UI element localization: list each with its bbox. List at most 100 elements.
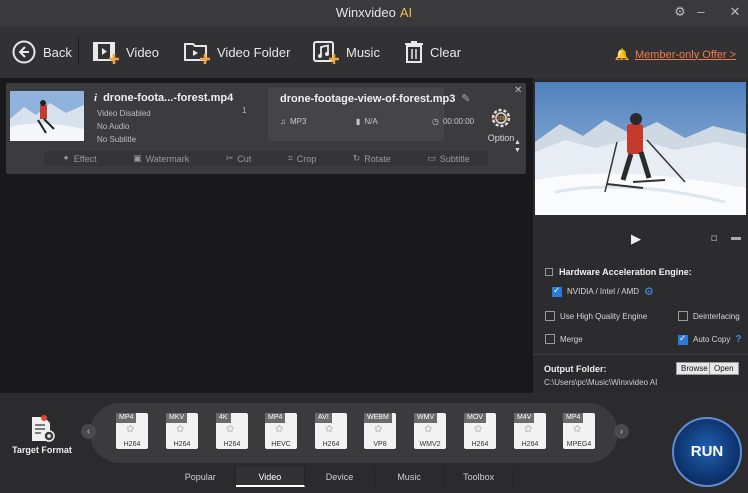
cut-button[interactable]: ✂ Cut	[226, 153, 252, 164]
cut-label: Cut	[237, 153, 252, 164]
film-reel-icon: ✿	[474, 424, 483, 435]
format-container: MKV	[166, 413, 188, 423]
film-reel-icon: ✿	[424, 424, 433, 435]
info-icon[interactable]: i	[94, 92, 97, 104]
format-codec: H264	[123, 441, 141, 448]
add-video-folder-button[interactable]: Video Folder	[184, 38, 290, 66]
tab-video[interactable]: Video	[235, 467, 306, 487]
snapshot-camera-icon[interactable]: ◘	[711, 233, 717, 244]
codec-option-button[interactable]: CODEC Option	[484, 105, 518, 143]
run-button[interactable]: RUN	[672, 417, 742, 487]
subtitle-button[interactable]: ▭ Subtitle	[427, 153, 470, 164]
add-video-icon	[93, 42, 119, 64]
member-offer-link[interactable]: 🔔 Member-only Offer >	[615, 48, 736, 62]
target-format-button[interactable]: Target Format	[12, 415, 72, 455]
target-format-icon	[32, 415, 55, 442]
auto-copy-option: Auto Copy ?	[678, 333, 741, 345]
subtitle-icon: ▭	[427, 153, 436, 163]
format-codec: VP8	[373, 441, 387, 448]
format-codec: H264	[173, 441, 191, 448]
add-video-button[interactable]: Video	[93, 38, 159, 66]
output-size-value: N/A	[364, 117, 378, 126]
rotate-label: Rotate	[364, 153, 391, 164]
format-container: AVI	[315, 413, 332, 423]
tab-music[interactable]: Music	[375, 467, 445, 487]
format-item[interactable]: MKV ✿ H264	[166, 413, 198, 449]
rotate-button[interactable]: ↻ Rotate	[353, 153, 391, 164]
film-reel-icon: ✿	[176, 424, 185, 435]
clock-icon: ◷	[432, 117, 439, 126]
deinterlacing-label: Deinterlacing	[693, 311, 740, 321]
format-codec: H264	[322, 441, 340, 448]
output-size: ▮ N/A	[356, 117, 378, 126]
watermark-button[interactable]: ▣ Watermark	[133, 153, 189, 164]
format-item[interactable]: M4V ✿ H264	[514, 413, 546, 449]
subtitle-label: Subtitle	[439, 153, 470, 164]
film-reel-icon: ✿	[374, 424, 383, 435]
open-folder-button[interactable]: Open	[709, 362, 739, 375]
reorder-arrows[interactable]: ▲ ▼	[514, 139, 521, 155]
auto-copy-help-icon[interactable]: ?	[735, 334, 741, 345]
edit-pencil-icon[interactable]: ✎	[461, 92, 470, 105]
effect-button[interactable]: ✦ Effect	[62, 153, 96, 164]
video-folder-label: Video Folder	[217, 44, 291, 60]
deinterlacing-option: Deinterlacing	[678, 311, 740, 321]
output-folder-label: Output Folder:	[544, 364, 607, 374]
tab-toolbox[interactable]: Toolbox	[444, 467, 514, 487]
format-item[interactable]: AVI ✿ H264	[315, 413, 347, 449]
output-folder-path: C:\Users\pc\Music\Winxvideo AI	[544, 378, 658, 387]
category-tabs: Popular Video Device Music Toolbox	[166, 467, 514, 487]
track-count: 1	[242, 106, 247, 115]
format-container: M4V	[514, 413, 535, 423]
close-window-button[interactable]: ✕	[726, 4, 744, 20]
svg-text:CODEC: CODEC	[492, 116, 510, 122]
clear-button[interactable]: Clear	[405, 38, 461, 66]
settings-gear-icon[interactable]: ⚙	[671, 4, 689, 20]
output-format: ♫ MP3	[280, 117, 306, 126]
format-item[interactable]: 4K ✿ H264	[216, 413, 248, 449]
format-item[interactable]: MOV ✿ H264	[464, 413, 496, 449]
gpu-checkbox[interactable]	[552, 285, 562, 297]
deinterlacing-checkbox[interactable]	[678, 311, 688, 321]
tab-device[interactable]: Device	[305, 467, 375, 487]
back-button[interactable]: Back	[12, 38, 72, 66]
formats-prev-arrow[interactable]: ‹	[81, 424, 96, 439]
wand-icon: ✦	[62, 153, 70, 163]
output-format-value: MP3	[290, 117, 307, 126]
format-container: MP4	[116, 413, 137, 423]
auto-copy-checkbox[interactable]	[678, 333, 688, 345]
app-name: Winxvideo	[335, 5, 396, 20]
film-reel-icon: ✿	[126, 424, 135, 435]
output-file-name: drone-footage-view-of-forest.mp3	[280, 92, 456, 105]
merge-label: Merge	[560, 334, 583, 344]
add-music-button[interactable]: Music	[313, 38, 380, 66]
video-folder-icon	[184, 43, 210, 64]
gpu-settings-gear-icon[interactable]: ⚙	[644, 285, 654, 298]
high-quality-checkbox[interactable]	[545, 311, 555, 321]
format-container: 4K	[216, 413, 231, 423]
format-bar: Target Format ‹ › MP4 ✿ H264 MKV ✿ H264 4K ✿ H…	[0, 393, 748, 493]
format-item[interactable]: WMV ✿ WMV2	[414, 413, 446, 449]
format-item[interactable]: MP4 ✿ H264	[116, 413, 148, 449]
hw-acceleration: Hardware Acceleration Engine:	[545, 267, 692, 277]
audio-status: No Audio	[97, 122, 130, 131]
open-snapshot-folder-icon[interactable]: ▬	[731, 232, 741, 243]
browse-button[interactable]: Browse	[676, 362, 713, 375]
crop-button[interactable]: ⌗ Crop	[288, 153, 317, 164]
merge-checkbox[interactable]	[545, 334, 555, 344]
tab-popular[interactable]: Popular	[166, 467, 236, 487]
minimize-button[interactable]: –	[692, 4, 710, 19]
remove-task-icon[interactable]: ✕	[514, 85, 522, 96]
play-icon[interactable]: ▶	[631, 231, 641, 247]
hw-acceleration-checkbox[interactable]	[545, 268, 553, 276]
format-container: WEBM	[364, 413, 392, 423]
trash-icon	[405, 41, 423, 63]
format-item[interactable]: WEBM ✿ VP8	[364, 413, 396, 449]
formats-next-arrow[interactable]: ›	[614, 424, 629, 439]
format-item[interactable]: MP4 ✿ MPEG4	[563, 413, 595, 449]
format-item[interactable]: MP4 ✿ HEVC	[265, 413, 297, 449]
task-list-area: i drone-foota...-forest.mp4 Video Disabl…	[0, 78, 533, 393]
task-item[interactable]: i drone-foota...-forest.mp4 Video Disabl…	[6, 83, 526, 174]
high-quality-option: Use High Quality Engine	[545, 311, 647, 321]
film-reel-icon: ✿	[573, 424, 582, 435]
